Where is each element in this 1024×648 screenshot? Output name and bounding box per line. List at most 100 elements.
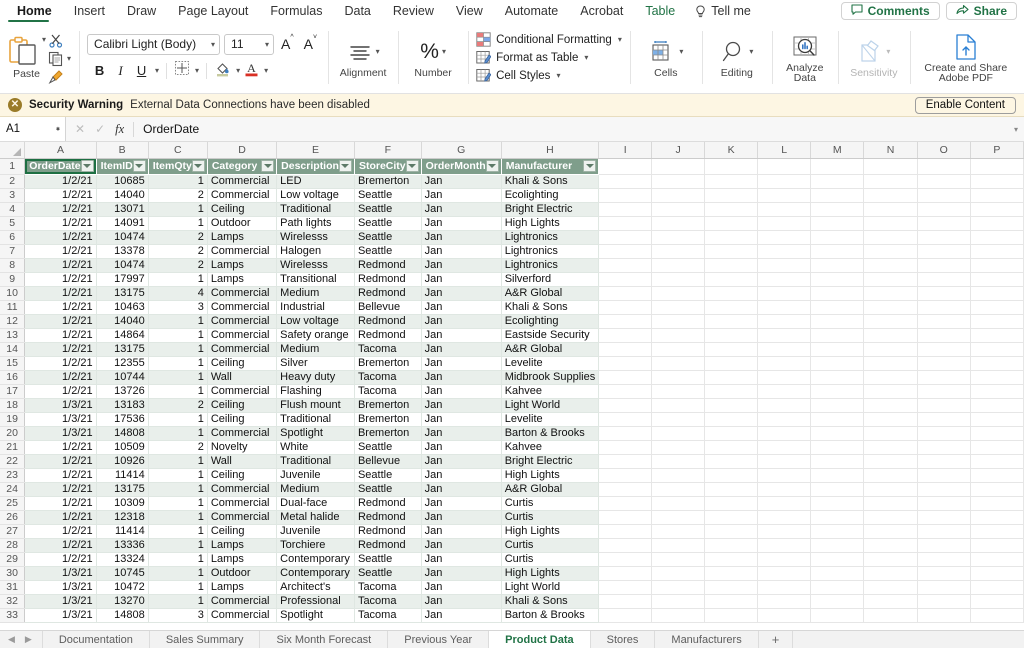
grid-cell-empty[interactable] <box>917 356 971 371</box>
grid-cell-empty[interactable] <box>863 370 918 385</box>
grid-cell[interactable]: 1/2/21 <box>24 174 97 189</box>
grid-cell[interactable]: Commercial <box>207 188 278 203</box>
table-header-cell[interactable]: StoreCity <box>354 158 422 175</box>
grid-cell[interactable]: Kahvee <box>501 440 600 455</box>
grid-cell[interactable]: 1 <box>148 510 208 525</box>
grid-cell-empty[interactable] <box>651 384 706 399</box>
grid-cell[interactable]: 1/2/21 <box>24 538 97 553</box>
copy-icon[interactable] <box>48 51 64 67</box>
grid-cell-empty[interactable] <box>917 230 971 245</box>
grid-cell[interactable]: Commercial <box>207 244 278 259</box>
sheet-tab-product-data[interactable]: Product Data <box>489 631 591 648</box>
grid-cell[interactable]: 4 <box>148 286 208 301</box>
grid-cell[interactable]: Jan <box>421 216 502 231</box>
grid-cell-empty[interactable] <box>704 286 759 301</box>
row-header-12[interactable]: 12 <box>0 314 26 329</box>
grid-cell-empty[interactable] <box>917 468 971 483</box>
comments-button[interactable]: Comments <box>840 2 940 20</box>
grid-cell-empty[interactable] <box>970 496 1024 511</box>
grid-cell[interactable]: 1 <box>148 342 208 357</box>
grid-cell-empty[interactable] <box>810 202 865 217</box>
grid-cell-empty[interactable] <box>810 174 865 189</box>
grid-cell-empty[interactable] <box>704 370 759 385</box>
grid-cell-empty[interactable] <box>704 384 759 399</box>
row-header-1[interactable]: 1 <box>0 158 26 175</box>
grid-cell[interactable]: Bremerton <box>354 174 422 189</box>
grid-cell[interactable]: 13270 <box>96 594 149 609</box>
grid-cell-empty[interactable] <box>704 272 759 287</box>
grid-cell-empty[interactable] <box>757 482 812 497</box>
grid-cell-empty[interactable] <box>810 370 865 385</box>
row-header-9[interactable]: 9 <box>0 272 26 287</box>
grid-cell-empty[interactable] <box>651 398 706 413</box>
grid-cell-empty[interactable] <box>970 342 1024 357</box>
grid-cell[interactable]: Torchiere <box>276 538 355 553</box>
ribbon-tab-draw[interactable]: Draw <box>116 0 167 22</box>
grid-cell-empty[interactable] <box>704 524 759 539</box>
grid-cell-empty[interactable] <box>970 384 1024 399</box>
grid-cell[interactable]: 13324 <box>96 552 149 567</box>
grid-cell[interactable]: Halogen <box>276 244 355 259</box>
row-header-7[interactable]: 7 <box>0 244 26 259</box>
grid-cell-empty[interactable] <box>970 370 1024 385</box>
grid-cell-empty[interactable] <box>917 482 971 497</box>
grid-cell[interactable]: 17536 <box>96 412 149 427</box>
grid-cell[interactable]: Eastside Security <box>501 328 600 343</box>
grid-cell[interactable]: 1 <box>148 328 208 343</box>
grid-cell[interactable]: 1/2/21 <box>24 314 97 329</box>
grid-cell[interactable]: Jan <box>421 230 502 245</box>
grid-cell-empty[interactable] <box>598 300 653 315</box>
grid-cell[interactable]: 1/2/21 <box>24 258 97 273</box>
grid-cell-empty[interactable] <box>704 566 759 581</box>
grid-cell-empty[interactable] <box>810 524 865 539</box>
grid-cell-empty[interactable] <box>970 158 1024 175</box>
grid-cell[interactable]: Jan <box>421 314 502 329</box>
table-header-cell[interactable]: OrderDate <box>24 158 97 175</box>
grid-cell[interactable]: Commercial <box>207 384 278 399</box>
grid-cell[interactable]: 1 <box>148 314 208 329</box>
grid-cell[interactable]: Redmond <box>354 328 422 343</box>
grid-cell[interactable]: Lightronics <box>501 258 600 273</box>
grid-cell[interactable]: Khali & Sons <box>501 174 600 189</box>
grid-cell-empty[interactable] <box>810 258 865 273</box>
grid-cell[interactable]: Bremerton <box>354 398 422 413</box>
grid-cell[interactable]: 10744 <box>96 370 149 385</box>
grid-cell[interactable]: 1/2/21 <box>24 300 97 315</box>
grid-cell-empty[interactable] <box>970 398 1024 413</box>
grid-cell-empty[interactable] <box>651 202 706 217</box>
grid-cell[interactable]: 2 <box>148 258 208 273</box>
grid-cell[interactable]: Curtis <box>501 552 600 567</box>
italic-button[interactable]: I <box>112 63 129 79</box>
underline-chevron-down-icon[interactable]: ▾ <box>154 66 159 75</box>
grid-cell[interactable]: 11414 <box>96 524 149 539</box>
grid-cell[interactable]: Light World <box>501 580 600 595</box>
formula-input[interactable]: OrderDate <box>134 122 1014 136</box>
grid-cell-empty[interactable] <box>810 216 865 231</box>
grid-cell-empty[interactable] <box>651 454 706 469</box>
grid-cell[interactable]: Curtis <box>501 496 600 511</box>
grid-cell-empty[interactable] <box>863 384 918 399</box>
grid-cell-empty[interactable] <box>757 328 812 343</box>
grid-cell[interactable]: 1/3/21 <box>24 594 97 609</box>
grid-cell-empty[interactable] <box>970 538 1024 553</box>
grid-cell[interactable]: Tacoma <box>354 342 422 357</box>
copy-chevron-down-icon[interactable]: ▾ <box>66 54 71 63</box>
grid-cell-empty[interactable] <box>651 468 706 483</box>
number-chevron-down-icon[interactable]: ▾ <box>441 47 446 56</box>
grid-cell[interactable]: 1 <box>148 552 208 567</box>
grid-cell-empty[interactable] <box>598 482 653 497</box>
grid-cell-empty[interactable] <box>810 538 865 553</box>
grid-cell-empty[interactable] <box>970 258 1024 273</box>
grid-cell-empty[interactable] <box>863 594 918 609</box>
filter-dropdown-icon[interactable] <box>132 160 146 172</box>
grid-cell[interactable]: Ceiling <box>207 202 278 217</box>
grid-cell-empty[interactable] <box>970 244 1024 259</box>
grid-cell[interactable]: Ecolighting <box>501 314 600 329</box>
alignment-chevron-down-icon[interactable]: ▾ <box>375 47 380 56</box>
row-header-17[interactable]: 17 <box>0 384 26 399</box>
grid-cell[interactable]: 3 <box>148 300 208 315</box>
grid-cell-empty[interactable] <box>863 286 918 301</box>
grid-cell[interactable]: Traditional <box>276 202 355 217</box>
grid-cell-empty[interactable] <box>757 216 812 231</box>
grid-cell[interactable]: Jan <box>421 482 502 497</box>
